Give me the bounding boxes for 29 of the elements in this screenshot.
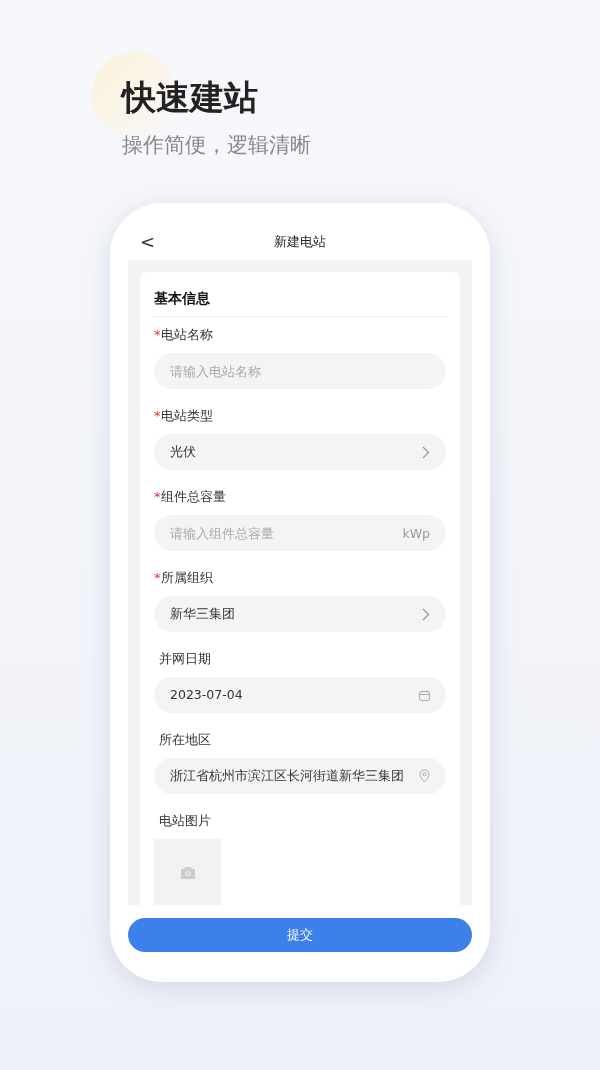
field-label: 所在地区: [159, 730, 211, 749]
required-asterisk: *: [154, 406, 161, 425]
submit-button[interactable]: 提交: [128, 918, 472, 952]
page-title: 新建电站: [274, 232, 326, 251]
select-field[interactable]: 光伏: [154, 434, 446, 471]
unit-label: kWp: [402, 525, 430, 544]
required-asterisk: *: [154, 568, 161, 587]
field-label: 电站名称: [160, 325, 213, 344]
chevron-right-icon: [422, 607, 430, 621]
hero-subtitle: 操作简便，逻辑清晰: [122, 132, 311, 159]
back-button[interactable]: <: [140, 232, 156, 251]
camera-icon: [179, 866, 196, 880]
field-label: 电站图片: [159, 811, 211, 830]
required-asterisk: *: [154, 487, 161, 506]
hero-title: 快速建站: [122, 76, 258, 119]
field-label: 所属组织: [160, 568, 213, 587]
field-label: 电站类型: [160, 406, 213, 425]
select-field[interactable]: 新华三集团: [154, 596, 446, 633]
date-field[interactable]: 2023-07-04: [154, 677, 446, 714]
location-field[interactable]: 浙江省杭州市滨江区长河街道新华三集团: [154, 758, 446, 795]
section-title: 基本信息: [154, 288, 446, 318]
calendar-icon: [419, 689, 430, 701]
field-label: 组件总容量: [160, 487, 226, 506]
text-input-field[interactable]: 请输入电站名称: [154, 353, 446, 390]
photo-upload-button[interactable]: [154, 839, 221, 905]
chevron-right-icon: [422, 445, 430, 459]
field-label: 并网日期: [159, 649, 211, 668]
location-pin-icon: [419, 769, 430, 784]
required-asterisk: *: [154, 325, 161, 344]
